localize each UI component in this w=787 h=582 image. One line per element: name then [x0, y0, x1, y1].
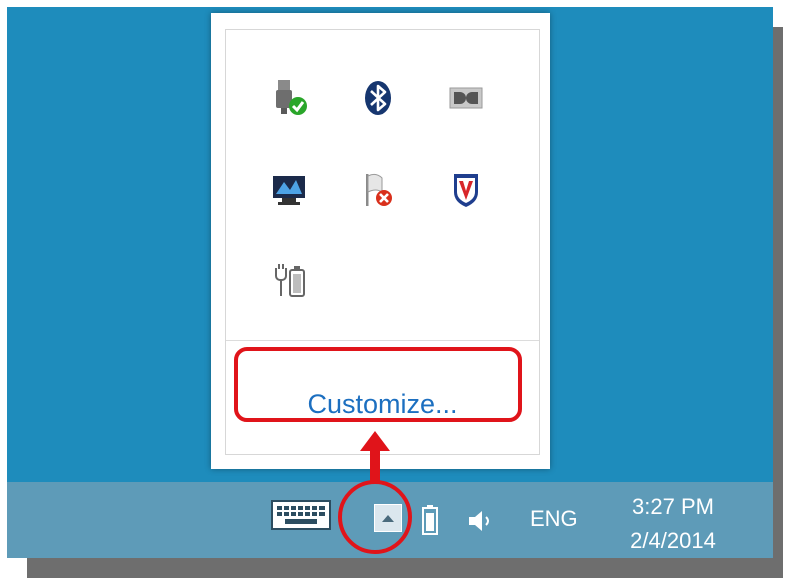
clock-date: 2/4/2014 [630, 528, 716, 553]
touch-keyboard-icon[interactable] [271, 500, 331, 530]
display-settings-icon[interactable] [270, 170, 310, 210]
language-indicator[interactable]: ENG [530, 506, 578, 532]
battery-icon[interactable] [422, 505, 438, 535]
customize-highlight-box [234, 347, 522, 422]
bluetooth-icon[interactable] [358, 78, 398, 118]
clock[interactable]: 3:27 PM 2/4/2014 [623, 490, 723, 558]
mcafee-shield-icon[interactable] [446, 170, 486, 210]
dolby-audio-icon[interactable] [446, 82, 486, 122]
power-battery-icon[interactable] [270, 262, 310, 302]
volume-icon[interactable] [467, 510, 497, 532]
clock-time: 3:27 PM [632, 494, 714, 519]
chevron-highlight-circle [338, 480, 412, 554]
action-center-flag-icon[interactable] [358, 170, 398, 210]
desktop: Customize... ENG 3:27 PM 2/4/2014 [7, 7, 773, 558]
usb-safely-remove-icon[interactable] [270, 78, 310, 118]
popup-divider [226, 340, 539, 341]
